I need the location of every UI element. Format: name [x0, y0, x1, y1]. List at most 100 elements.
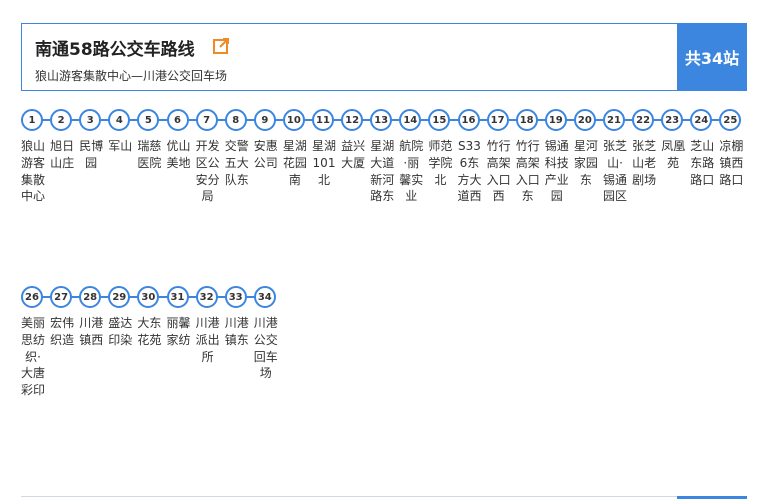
stop-name: 凉棚镇西路口 [719, 139, 744, 187]
stop-item[interactable]: 7 开发区公安分局 [195, 109, 220, 205]
stop-name: 军山 [108, 139, 133, 153]
stop-item[interactable]: 16 S336东方大道西 [457, 109, 482, 205]
stop-item[interactable]: 29 盛达印染 [108, 286, 132, 349]
stop-name: 民博园 [79, 139, 104, 170]
stop-name: 开发区公安分局 [195, 139, 220, 204]
stop-number: 32 [195, 286, 218, 308]
stop-item[interactable]: 1 狼山游客集散中心 [21, 109, 45, 205]
stop-name: 航院·丽馨实业 [399, 139, 424, 204]
stop-item[interactable]: 27 宏伟织造 [50, 286, 74, 349]
stop-item[interactable]: 10 星湖花园南 [282, 109, 307, 188]
stop-item[interactable]: 18 竹行高架入口东 [515, 109, 540, 205]
stop-item[interactable]: 15 师范学院北 [428, 109, 452, 188]
route-title[interactable]: 南通58路公交车路线 [35, 35, 195, 60]
stop-name: 盛达印染 [108, 316, 133, 347]
stop-name: 瑞慈医院 [137, 139, 162, 170]
stop-name: 丽馨家纺 [166, 316, 191, 347]
stop-name: 星湖花园南 [282, 139, 307, 187]
stop-item[interactable]: 30 大东花苑 [137, 286, 161, 349]
stop-name: 星湖101北 [312, 139, 336, 187]
stop-number: 1 [21, 109, 43, 131]
stop-number: 11 [312, 109, 334, 131]
stop-name: 川港镇西 [79, 316, 104, 347]
stop-item[interactable]: 21 张芝山·锡通园区 [603, 109, 627, 205]
stop-number: 26 [21, 286, 43, 308]
stop-number: 27 [50, 286, 73, 308]
stop-number: 10 [282, 109, 305, 131]
external-link-icon[interactable] [212, 37, 230, 55]
stop-name: 芝山东路路口 [690, 139, 715, 187]
stop-item[interactable]: 8 交警五大队东 [224, 109, 249, 188]
stop-name: S336东方大道西 [457, 139, 482, 204]
stop-number: 29 [108, 286, 131, 308]
stop-number: 13 [370, 109, 393, 131]
stop-count-badge: 共34站 [677, 23, 747, 91]
stop-number: 3 [79, 109, 102, 131]
stop-name: 优山美地 [166, 139, 191, 170]
stop-item[interactable]: 5 瑞慈医院 [137, 109, 161, 172]
stop-item[interactable]: 20 星河家园东 [573, 109, 598, 188]
stop-name: 凤凰苑 [661, 139, 686, 170]
stop-number: 31 [166, 286, 189, 308]
stop-item[interactable]: 33 川港镇东 [224, 286, 249, 349]
stop-number: 7 [195, 109, 218, 131]
route-terminals: 狼山游客集散中心—川港公交回车场 [35, 69, 228, 83]
stop-name: 师范学院北 [428, 139, 453, 187]
stop-name: 川港派出所 [195, 316, 220, 364]
stop-number: 15 [428, 109, 451, 131]
stop-number: 9 [253, 109, 276, 131]
stop-name: 旭日山庄 [50, 139, 75, 170]
stop-item[interactable]: 3 民博园 [79, 109, 103, 172]
stop-item[interactable]: 25 凉棚镇西路口 [719, 109, 743, 188]
stop-name: 竹行高架入口东 [515, 139, 540, 204]
stop-item[interactable]: 12 益兴大厦 [341, 109, 365, 172]
stop-number: 16 [457, 109, 480, 131]
stop-item[interactable]: 14 航院·丽馨实业 [399, 109, 423, 205]
stop-item[interactable]: 31 丽馨家纺 [166, 286, 191, 349]
stop-item[interactable]: 17 竹行高架入口西 [486, 109, 511, 205]
stop-item[interactable]: 9 安惠公司 [253, 109, 278, 172]
stop-name: 张芝山老剧场 [632, 139, 657, 187]
stop-item[interactable]: 11 星湖101北 [312, 109, 336, 188]
stop-item[interactable]: 19 锡通科技产业园 [544, 109, 569, 205]
stop-name: 狼山游客集散中心 [21, 139, 45, 204]
stop-name: 宏伟织造 [50, 316, 75, 347]
stop-number: 14 [399, 109, 422, 131]
stop-item[interactable]: 6 优山美地 [166, 109, 191, 172]
stop-item[interactable]: 23 凤凰苑 [661, 109, 685, 172]
stop-name: 张芝山·锡通园区 [603, 139, 627, 204]
stop-name: 交警五大队东 [224, 139, 249, 187]
stop-item[interactable]: 4 军山 [108, 109, 132, 155]
stop-item[interactable]: 2 旭日山庄 [50, 109, 74, 172]
stop-number: 12 [341, 109, 364, 131]
stop-number: 22 [632, 109, 655, 131]
stop-item[interactable]: 32 川港派出所 [195, 286, 220, 365]
stop-name: 竹行高架入口西 [486, 139, 511, 204]
stop-name: 川港镇东 [224, 316, 249, 347]
stop-name: 川港公交回车场 [253, 316, 278, 381]
stop-number: 18 [515, 109, 538, 131]
stop-item[interactable]: 13 星湖大道新河路东 [370, 109, 394, 205]
stop-name: 美丽思纺织·大唐彩印 [21, 316, 45, 398]
stop-item[interactable]: 22 张芝山老剧场 [632, 109, 656, 188]
stop-item[interactable]: 26 美丽思纺织·大唐彩印 [21, 286, 45, 399]
stop-number: 17 [486, 109, 509, 131]
stop-item[interactable]: 28 川港镇西 [79, 286, 103, 349]
stop-number: 20 [573, 109, 596, 131]
stop-number: 5 [137, 109, 160, 131]
route-header: 南通58路公交车路线 狼山游客集散中心—川港公交回车场 共34站 [21, 23, 747, 91]
footer-divider [21, 496, 747, 500]
stop-name: 星河家园东 [573, 139, 598, 187]
stop-name: 大东花苑 [137, 316, 162, 347]
stop-number: 4 [108, 109, 131, 131]
stop-number: 8 [224, 109, 247, 131]
stop-item[interactable]: 34 川港公交回车场 [253, 286, 278, 382]
stop-name: 锡通科技产业园 [544, 139, 569, 204]
stop-number: 23 [661, 109, 684, 131]
stop-number: 2 [50, 109, 73, 131]
stop-number: 34 [253, 286, 276, 308]
stop-number: 19 [544, 109, 567, 131]
stop-name: 安惠公司 [253, 139, 278, 170]
stop-number: 21 [603, 109, 625, 131]
stop-item[interactable]: 24 芝山东路路口 [690, 109, 714, 188]
